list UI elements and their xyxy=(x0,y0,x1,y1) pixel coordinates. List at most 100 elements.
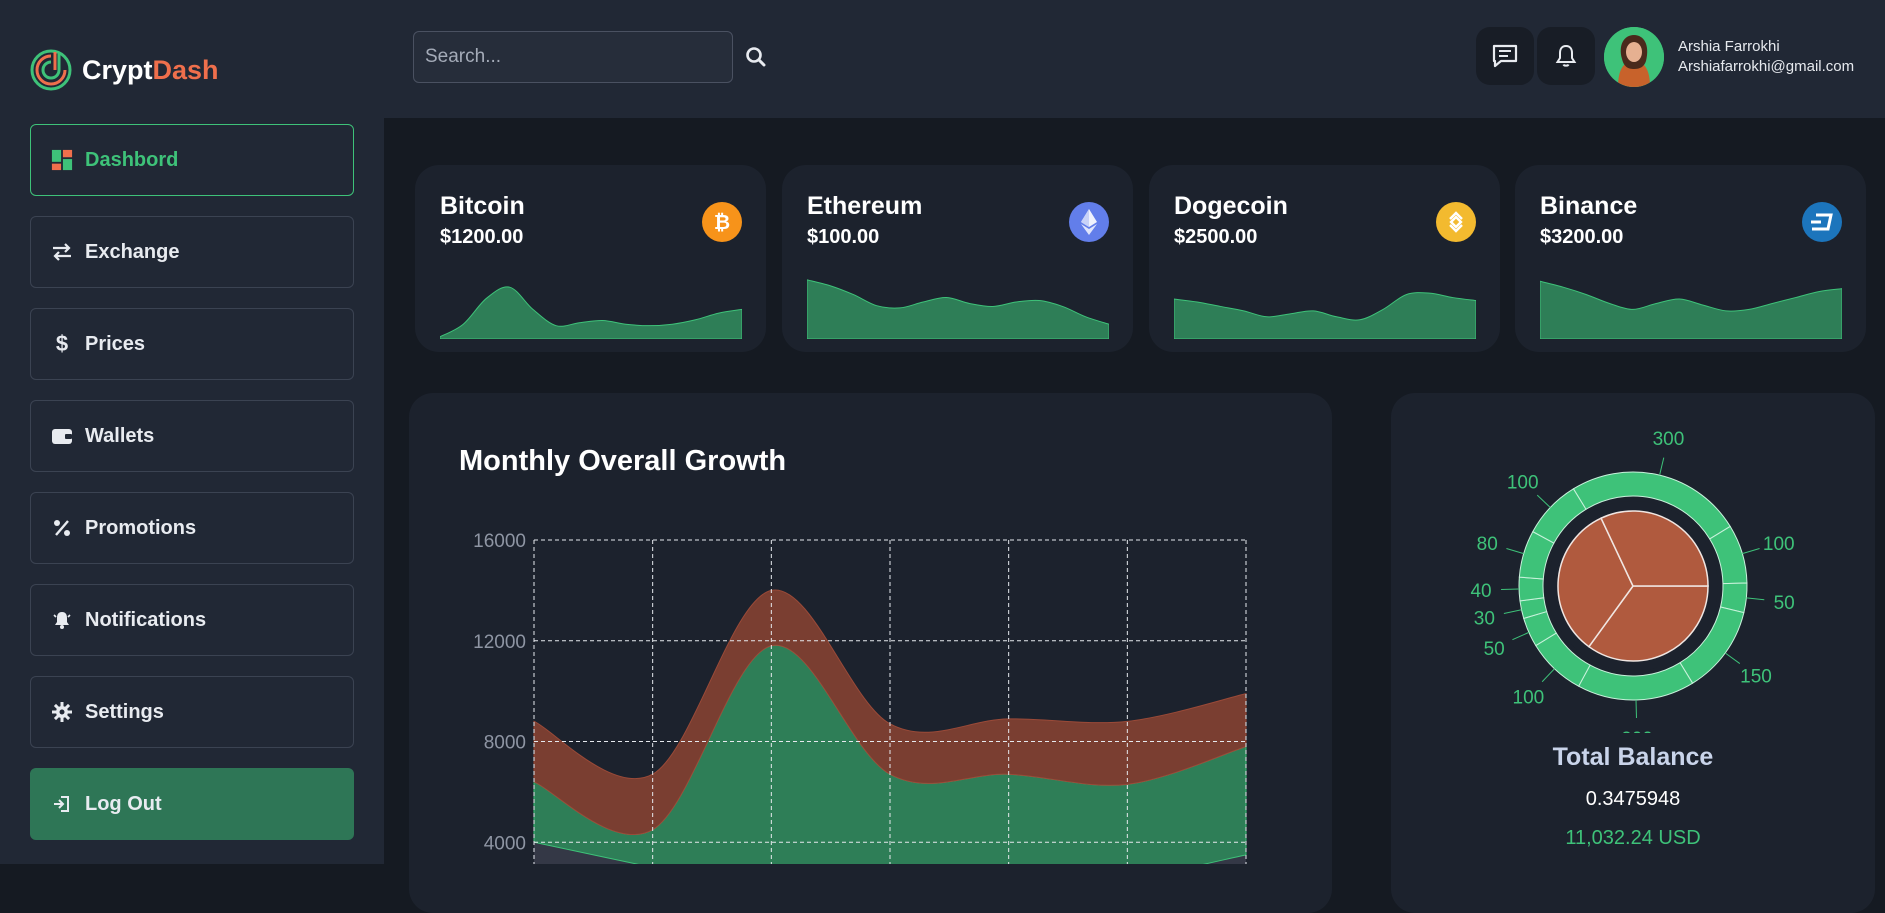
balance-usd: 11,032.24 USD xyxy=(1391,827,1875,850)
logout-label: Log Out xyxy=(85,793,162,816)
user-name: Arshia Farrokhi xyxy=(1678,38,1780,55)
sidebar-item-settings[interactable]: Settings xyxy=(30,676,354,748)
logout-button[interactable]: Log Out xyxy=(30,768,354,840)
sidebar-nav: Dashbord Exchange $ Prices Wallets Promo… xyxy=(30,124,354,860)
sidebar-item-label: Exchange xyxy=(85,241,179,264)
bitcoin-icon: ₿ xyxy=(702,202,742,242)
slice-leader-line xyxy=(1504,610,1522,614)
coin-price: $2500.00 xyxy=(1174,226,1257,249)
monthly-growth-chart: 0400080001200016000 xyxy=(409,523,1332,864)
logout-icon xyxy=(51,793,73,815)
sidebar: CryptDash Dashbord Exchange $ Prices Wal… xyxy=(0,0,384,864)
slice-label: 150 xyxy=(1740,666,1772,687)
coin-card-bitcoin[interactable]: Bitcoin $1200.00 ₿ xyxy=(415,165,766,352)
coin-card-dogecoin[interactable]: Dogecoin $2500.00 xyxy=(1149,165,1500,352)
slice-leader-line xyxy=(1746,598,1764,600)
growth-title: Monthly Overall Growth xyxy=(459,445,786,478)
sidebar-item-label: Notifications xyxy=(85,609,206,632)
sidebar-item-label: Settings xyxy=(85,701,164,724)
top-bar: Arshia Farrokhi Arshiafarrokhi@gmail.com xyxy=(384,0,1885,118)
sidebar-item-exchange[interactable]: Exchange xyxy=(30,216,354,288)
slice-leader-line xyxy=(1537,495,1550,507)
cryptdash-logo-icon xyxy=(29,48,73,92)
sparkline-chart xyxy=(807,265,1109,339)
sparkline-chart xyxy=(440,265,742,339)
sparkline-area xyxy=(440,287,742,339)
dollar-icon: $ xyxy=(51,333,73,355)
wallet-icon xyxy=(51,425,73,447)
slice-label: 50 xyxy=(1774,593,1795,614)
slice-label: 80 xyxy=(1477,534,1498,555)
avatar[interactable] xyxy=(1604,27,1664,87)
coin-card-ethereum[interactable]: Ethereum $100.00 xyxy=(782,165,1133,352)
slice-leader-line xyxy=(1542,669,1554,682)
balance-amount: 0.3475948 xyxy=(1391,788,1875,811)
y-tick-label: 12000 xyxy=(473,632,526,653)
sparkline-area xyxy=(807,280,1109,339)
sidebar-item-label: Dashbord xyxy=(85,149,178,172)
percent-icon xyxy=(51,517,73,539)
coin-price: $100.00 xyxy=(807,226,879,249)
sparkline-chart xyxy=(1174,265,1476,339)
sidebar-item-wallets[interactable]: Wallets xyxy=(30,400,354,472)
message-icon xyxy=(1491,42,1519,70)
bell-icon xyxy=(1553,43,1579,69)
slice-leader-line xyxy=(1506,549,1523,554)
user-avatar-image xyxy=(1604,27,1664,87)
app-title: CryptDash xyxy=(82,55,219,86)
search-icon[interactable] xyxy=(745,46,767,68)
coin-name: Bitcoin xyxy=(440,192,525,221)
y-tick-label: 16000 xyxy=(473,531,526,552)
sparkline-area xyxy=(1174,293,1476,339)
slice-label: 100 xyxy=(1513,687,1545,708)
slice-label: 40 xyxy=(1470,581,1491,602)
user-email: Arshiafarrokhi@gmail.com xyxy=(1678,58,1854,75)
y-tick-label: 8000 xyxy=(484,733,526,754)
slice-label: 50 xyxy=(1484,639,1505,660)
slice-leader-line xyxy=(1742,548,1759,553)
sidebar-item-label: Wallets xyxy=(85,425,154,448)
svg-text:₿: ₿ xyxy=(714,210,730,234)
balance-title: Total Balance xyxy=(1391,743,1875,772)
logo-primary-text: Crypt xyxy=(82,55,153,85)
coin-price: $3200.00 xyxy=(1540,226,1623,249)
slice-label: 30 xyxy=(1474,609,1495,630)
donut-slice xyxy=(1519,577,1544,601)
messages-button[interactable] xyxy=(1476,27,1534,85)
coin-price: $1200.00 xyxy=(440,226,523,249)
sparkline-chart xyxy=(1540,265,1842,339)
sidebar-item-dashboard[interactable]: Dashbord xyxy=(30,124,354,196)
dashboard-icon xyxy=(51,149,73,171)
ethereum-icon xyxy=(1069,202,1109,242)
slice-label: 100 xyxy=(1507,472,1539,493)
slice-leader-line xyxy=(1725,653,1740,664)
sidebar-item-label: Promotions xyxy=(85,517,196,540)
coin-name: Ethereum xyxy=(807,192,922,221)
binance-icon xyxy=(1436,202,1476,242)
sidebar-item-prices[interactable]: $ Prices xyxy=(30,308,354,380)
logo-accent-text: Dash xyxy=(153,55,219,85)
y-tick-label: 4000 xyxy=(484,833,526,854)
app-logo[interactable]: CryptDash xyxy=(29,48,219,92)
gear-icon xyxy=(51,701,73,723)
coin-name: Dogecoin xyxy=(1174,192,1288,221)
exchange-icon xyxy=(51,241,73,263)
slice-label: 100 xyxy=(1763,534,1795,555)
dash-icon xyxy=(1802,202,1842,242)
sparkline-area xyxy=(1540,281,1842,339)
sidebar-item-promotions[interactable]: Promotions xyxy=(30,492,354,564)
search-input[interactable] xyxy=(413,31,733,83)
coin-card-binance[interactable]: Binance $3200.00 xyxy=(1515,165,1866,352)
slice-label: 200 xyxy=(1621,729,1653,733)
slice-leader-line xyxy=(1512,632,1528,639)
slice-leader-line xyxy=(1660,458,1664,476)
sidebar-item-label: Prices xyxy=(85,333,145,356)
sidebar-item-notifications[interactable]: Notifications xyxy=(30,584,354,656)
slice-label: 300 xyxy=(1653,429,1685,450)
monthly-growth-card: Monthly Overall Growth 04000800012000160… xyxy=(409,393,1332,913)
notifications-button[interactable] xyxy=(1537,27,1595,85)
total-balance-card: 300 100 50 150 200 100 50 30 40 80 100 Total Balan… xyxy=(1391,393,1875,913)
coin-name: Binance xyxy=(1540,192,1637,221)
balance-donut-chart: 300 100 50 150 200 100 50 30 40 80 100 xyxy=(1391,393,1875,733)
bell-ring-icon xyxy=(51,609,73,631)
